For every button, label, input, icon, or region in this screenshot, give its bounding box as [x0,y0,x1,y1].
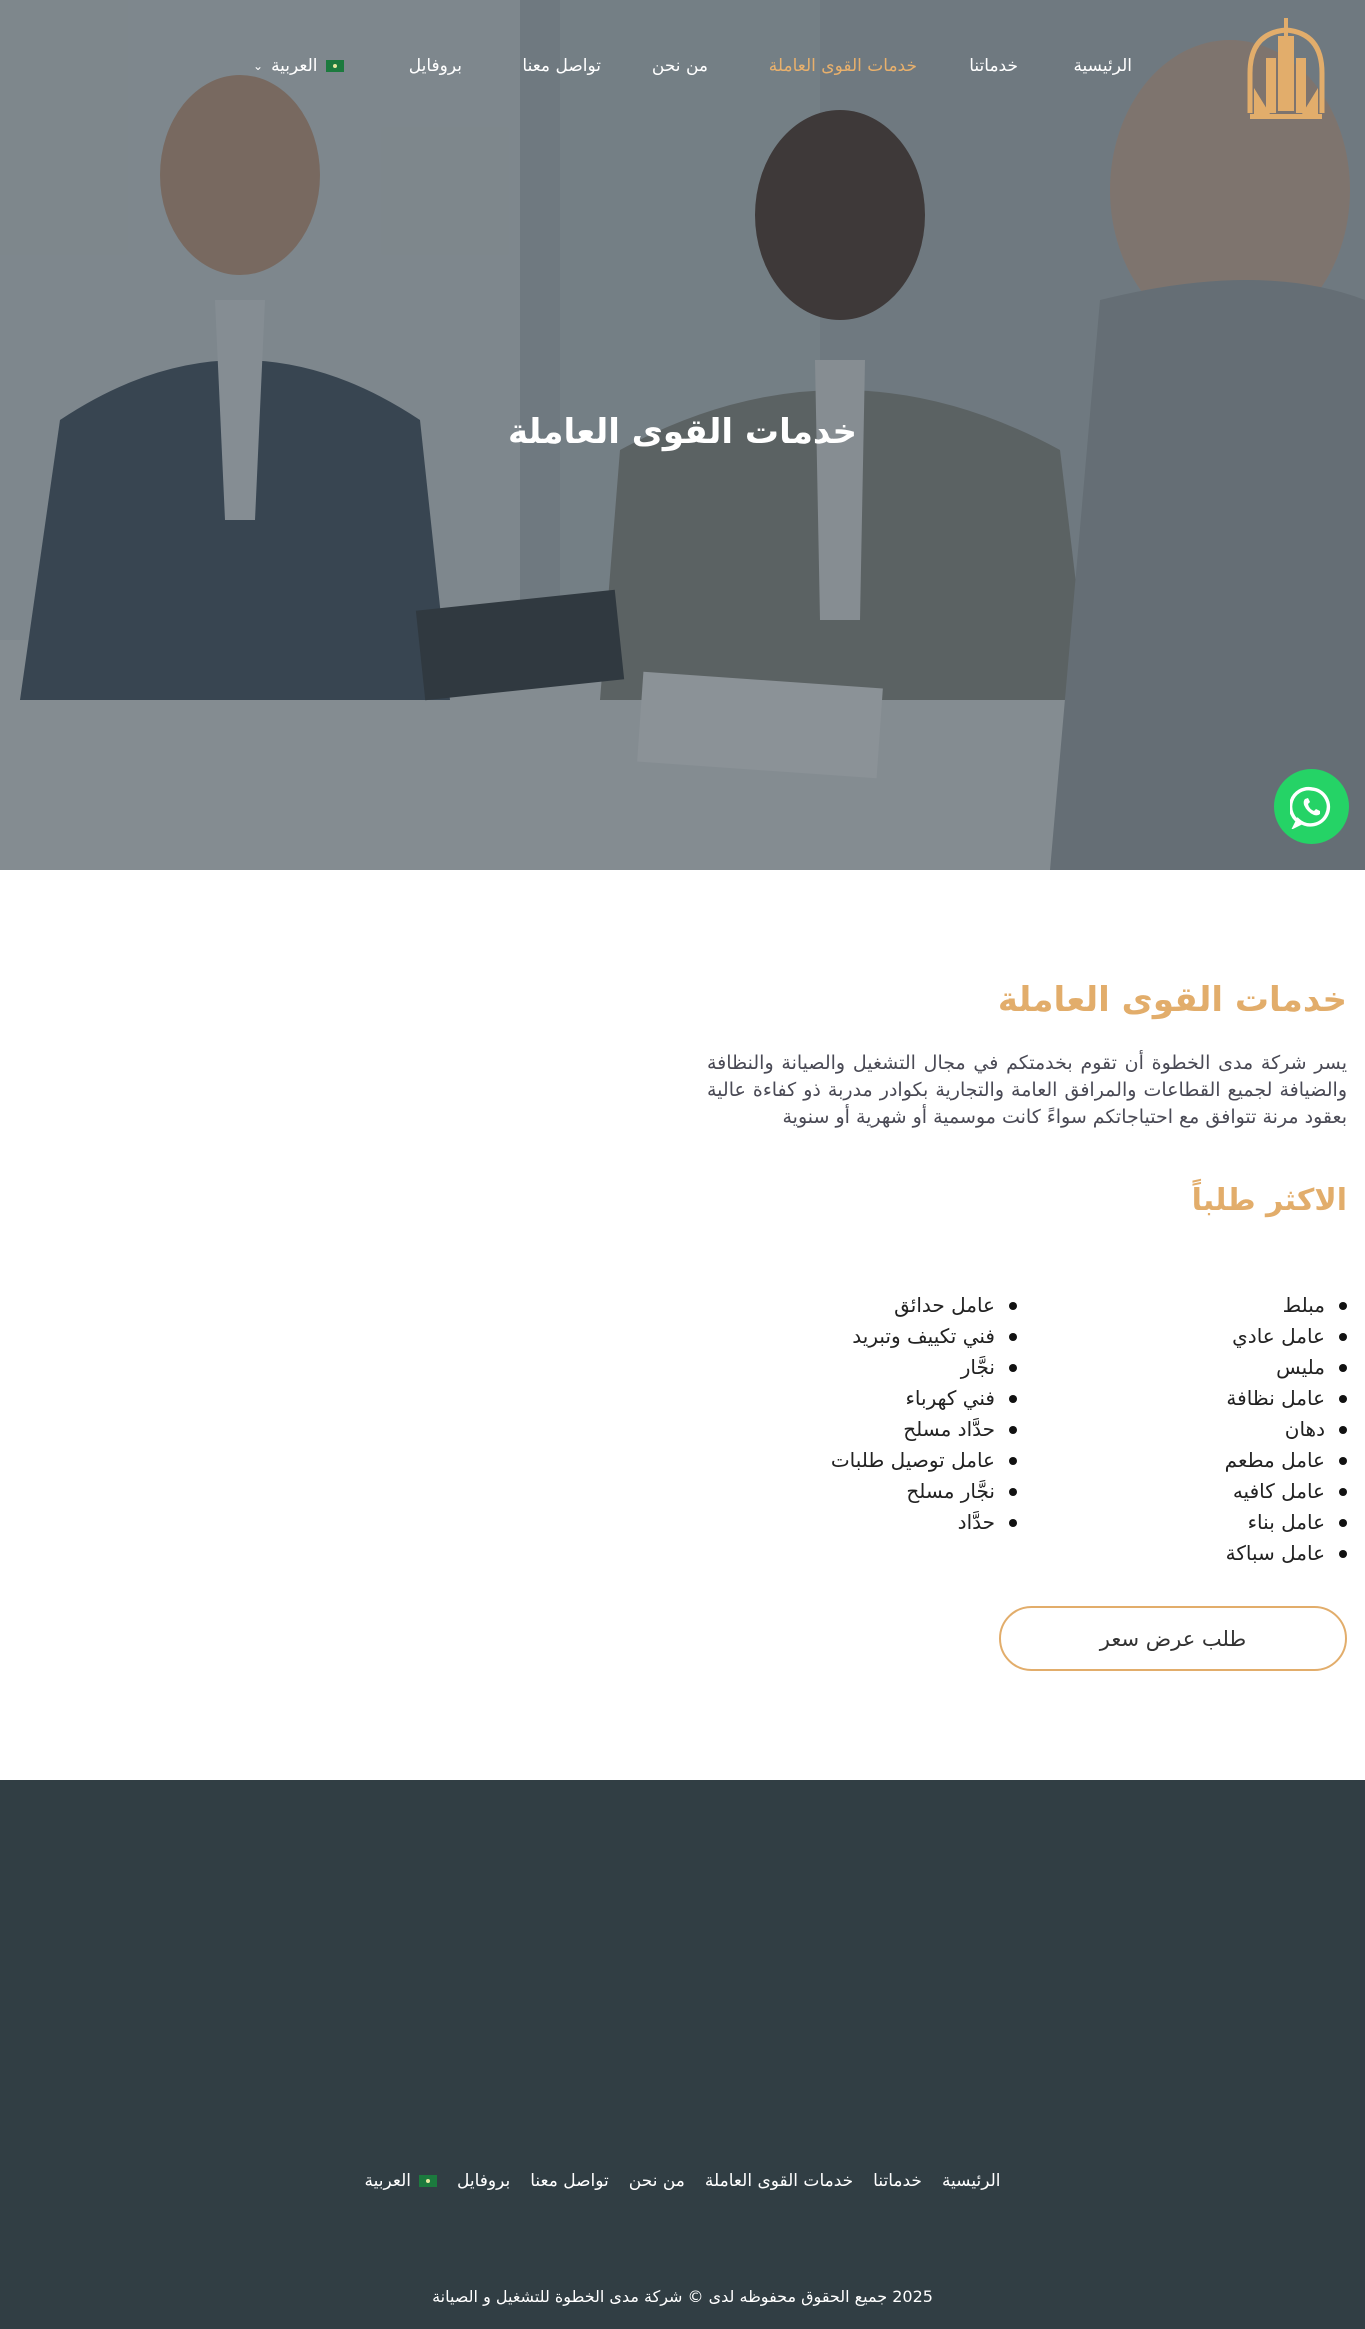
list-item: حدَّاد [831,1507,1018,1538]
footer-link-manpower-services[interactable]: خدمات القوى العاملة [705,2171,853,2191]
copyright-text: 2025 جميع الحقوق محفوظه لدى © شركة مدى ا… [432,2287,933,2306]
language-label: العربية [271,56,318,76]
footer [0,1780,1365,2329]
building-logo-icon[interactable] [1240,18,1332,128]
list-item: فني كهرباء [831,1383,1018,1414]
list-item: عامل سباكة [1225,1538,1348,1569]
hero-title: خدمات القوى العاملة [507,412,858,452]
nav-about[interactable]: من نحن [652,56,708,76]
nav-home[interactable]: الرئيسية [1073,56,1132,76]
top-navigation: الرئيسية خدماتنا خدمات القوى العاملة من … [0,0,1365,140]
nav-profile[interactable]: بروفايل [409,56,462,76]
footer-link-contact[interactable]: تواصل معنا [530,2171,609,2191]
footer-language-label: العربية [364,2171,411,2191]
chevron-down-icon: ⌄ [253,59,264,73]
list-item: عامل نظافة [1225,1383,1348,1414]
list-item: نجَّار مسلح [831,1476,1018,1507]
list-item: عامل حدائق [831,1290,1018,1321]
manpower-content: خدمات القوى العاملة يسر شركة مدى الخطوة … [707,980,1347,1218]
nav-services[interactable]: خدماتنا [969,56,1018,76]
whatsapp-icon [1289,786,1330,829]
most-requested-heading: الاكثر طلباً [1191,1183,1347,1218]
nav-contact[interactable]: تواصل معنا [522,56,601,76]
footer-navigation: الرئيسية خدماتنا خدمات القوى العاملة من … [0,2171,1365,2191]
list-item: حدَّاد مسلح [831,1414,1018,1445]
saudi-flag-icon [325,60,344,72]
list-item: عامل بناء [1225,1507,1348,1538]
saudi-flag-icon [418,2175,437,2187]
list-item: فني تكييف وتبريد [831,1321,1018,1352]
nav-manpower-services[interactable]: خدمات القوى العاملة [769,56,917,76]
list-item: عامل عادي [1225,1321,1348,1352]
list-item: دهان [1225,1414,1348,1445]
request-quote-button[interactable]: طلب عرض سعر [999,1606,1347,1671]
language-selector[interactable]: العربية ⌄ [253,56,344,76]
whatsapp-button[interactable] [1274,769,1349,844]
list-item: مبلط [1225,1290,1348,1321]
footer-link-profile[interactable]: بروفايل [457,2171,510,2191]
list-item: عامل توصيل طلبات [831,1445,1018,1476]
list-item: عامل كافيه [1225,1476,1348,1507]
list-item: مليس [1225,1352,1348,1383]
jobs-list-left: عامل حدائق فني تكييف وتبريد نجَّار فني ك… [831,1290,1018,1538]
footer-link-about[interactable]: من نحن [629,2171,685,2191]
footer-link-home[interactable]: الرئيسية [942,2171,1001,2191]
footer-link-services[interactable]: خدماتنا [873,2171,922,2191]
jobs-list-right: مبلط عامل عادي مليس عامل نظافة دهان عامل… [1225,1290,1348,1569]
section-heading: خدمات القوى العاملة [997,980,1347,1020]
list-item: عامل مطعم [1225,1445,1348,1476]
list-item: نجَّار [831,1352,1018,1383]
intro-paragraph: يسر شركة مدى الخطوة أن تقوم بخدمتكم في م… [707,1052,1347,1128]
footer-language-selector[interactable]: العربية [365,2171,437,2191]
